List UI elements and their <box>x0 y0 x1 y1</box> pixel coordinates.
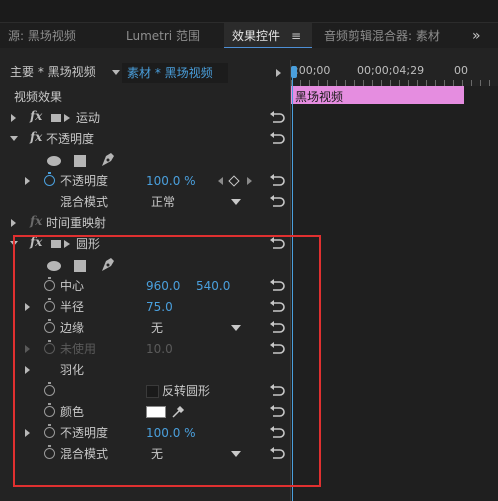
tab-audio-clip-mixer[interactable]: 音频剪辑混合器: 素材 <box>324 23 454 49</box>
timecode-mid: 00;00;04;29 <box>357 64 425 77</box>
master-clip-header: 主要 * 黑场视频 素材 * 黑场视频 <box>0 62 290 84</box>
fx-toggle-icon: fx <box>30 214 43 228</box>
video-effects-header: 视频效果 <box>0 87 290 108</box>
dropdown-value: 正常 <box>151 195 176 209</box>
tab-source[interactable]: 源: 黑场视频 <box>8 23 114 49</box>
opacity-property[interactable]: 不透明度 100.0 % <box>0 171 290 192</box>
timecode-end: 00 <box>454 64 468 77</box>
opacity-value[interactable]: 100.0 % <box>146 174 196 189</box>
timecode-start: ;00;00 <box>295 64 331 77</box>
blend-mode-property[interactable]: 混合模式 正常 <box>0 192 290 213</box>
next-keyframe-icon[interactable] <box>247 177 252 185</box>
stopwatch-icon[interactable] <box>44 172 55 186</box>
fx-toggle-icon[interactable]: fx <box>30 109 42 123</box>
mask-tools-row <box>0 150 290 171</box>
blend-mode-dropdown[interactable]: 正常 <box>149 194 243 210</box>
time-ruler[interactable]: ;00;00 00;00;04;29 00 <box>291 60 498 86</box>
expand-icon[interactable] <box>11 219 16 227</box>
panel-tab-bar: 源: 黑场视频 Lumetri 范围 效果控件 ≡ 音频剪辑混合器: 素材 » <box>0 22 498 49</box>
ellipse-mask-icon[interactable] <box>46 155 62 167</box>
tab-menu-icon[interactable]: ≡ <box>291 23 301 49</box>
reset-icon[interactable] <box>269 194 285 208</box>
property-label: 不透明度 <box>60 174 109 188</box>
reset-icon[interactable] <box>269 173 285 187</box>
effect-time-remapping[interactable]: fx 时间重映射 <box>0 213 290 234</box>
expand-timeline-icon[interactable] <box>276 69 281 77</box>
clip-bar-label: 黑场视频 <box>295 90 344 104</box>
expand-icon[interactable] <box>11 114 16 122</box>
overflow-chevron-icon[interactable]: » <box>472 23 492 49</box>
expand-icon[interactable] <box>25 177 30 185</box>
master-dropdown-icon[interactable] <box>112 70 120 75</box>
clip-selector[interactable]: 素材 * 黑场视频 <box>122 63 228 83</box>
effect-motion[interactable]: fx 运动 <box>0 108 290 129</box>
tab-lumetri-scopes[interactable]: Lumetri 范围 <box>126 23 222 49</box>
timeline-view[interactable] <box>291 60 498 501</box>
fx-toggle-icon[interactable]: fx <box>30 130 42 144</box>
chevron-down-icon <box>231 199 241 205</box>
pen-mask-icon[interactable] <box>99 152 115 168</box>
rectangle-mask-icon[interactable] <box>73 155 87 167</box>
clip-selector-label: 素材 * 黑场视频 <box>127 66 213 80</box>
property-label: 混合模式 <box>60 195 109 209</box>
effect-name: 不透明度 <box>46 132 95 146</box>
master-clip-label: 主要 * 黑场视频 <box>10 65 96 79</box>
collapse-icon[interactable] <box>10 136 18 141</box>
effect-opacity[interactable]: fx 不透明度 <box>0 129 290 150</box>
add-keyframe-icon[interactable] <box>228 175 240 187</box>
highlight-annotation-box <box>13 235 321 487</box>
video-effects-label: 视频效果 <box>14 90 63 104</box>
motion-transform-icon[interactable] <box>50 112 72 124</box>
prev-keyframe-icon[interactable] <box>218 177 223 185</box>
tab-effect-controls-label: 效果控件 <box>232 29 281 43</box>
effect-name: 运动 <box>76 111 101 125</box>
tab-effect-controls[interactable]: 效果控件 ≡ <box>224 23 312 49</box>
reset-icon[interactable] <box>269 110 285 124</box>
top-strip <box>0 0 498 22</box>
clip-bar[interactable]: 黑场视频 <box>291 86 464 104</box>
reset-icon[interactable] <box>269 131 285 145</box>
effect-name: 时间重映射 <box>46 216 107 230</box>
